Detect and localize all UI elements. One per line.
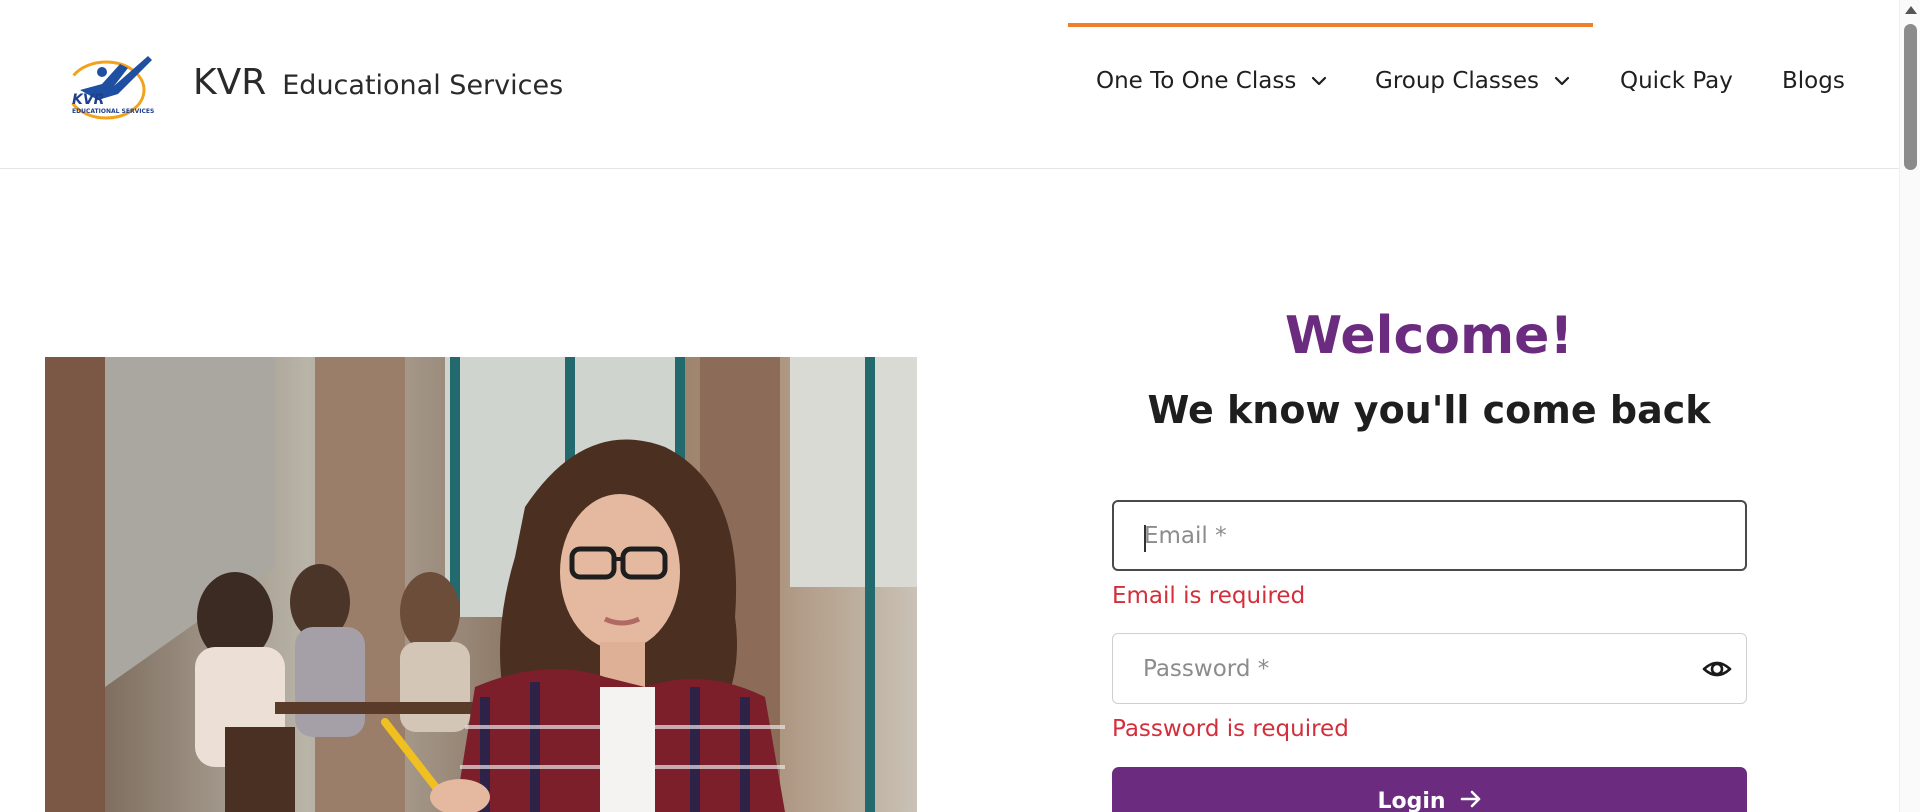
nav-blogs[interactable]: Blogs	[1782, 68, 1845, 94]
email-input[interactable]	[1144, 502, 1664, 569]
password-error-message: Password is required	[1112, 716, 1349, 742]
page-scrollbar[interactable]	[1899, 0, 1920, 812]
email-error-message: Email is required	[1112, 583, 1306, 609]
chevron-down-icon	[1554, 76, 1570, 86]
brand-name[interactable]: KVR Educational Services	[193, 62, 563, 103]
nav-item-label: Group Classes	[1375, 68, 1539, 94]
welcome-heading: Welcome!	[1284, 306, 1574, 366]
nav-one-to-one-class[interactable]: One To One Class	[1096, 68, 1328, 94]
password-field-container	[1112, 633, 1747, 704]
text-caret	[1144, 525, 1146, 552]
nav-group-classes[interactable]: Group Classes	[1375, 68, 1571, 94]
site-header: KVR EDUCATIONAL SERVICES KVR Educational…	[0, 0, 1899, 169]
email-field-container	[1112, 500, 1747, 571]
site-logo[interactable]: KVR EDUCATIONAL SERVICES	[58, 50, 158, 122]
scroll-up-arrow-icon[interactable]	[1905, 6, 1917, 14]
student-study-photo	[45, 357, 917, 812]
chevron-down-icon	[1312, 76, 1327, 86]
logo-text: KVR	[72, 92, 104, 108]
login-button-label: Login	[1377, 789, 1446, 812]
nav-item-label: Blogs	[1782, 68, 1845, 94]
brand-title: KVR	[193, 62, 267, 103]
logo-graphic: KVR EDUCATIONAL SERVICES	[66, 56, 154, 120]
nav-item-label: One To One Class	[1096, 68, 1297, 94]
logo-caption: EDUCATIONAL SERVICES	[72, 108, 154, 115]
nav-item-label: Quick Pay	[1620, 68, 1733, 94]
arrow-right-icon	[1460, 790, 1480, 808]
login-button[interactable]: Login	[1112, 767, 1747, 812]
welcome-tagline: We know you'll come back	[1147, 388, 1711, 432]
nav-quick-pay[interactable]: Quick Pay	[1620, 68, 1733, 94]
brand-subtitle: Educational Services	[282, 70, 564, 101]
password-input[interactable]	[1143, 634, 1663, 703]
nav-active-indicator	[1068, 23, 1593, 27]
scrollbar-thumb[interactable]	[1904, 24, 1917, 170]
eye-icon[interactable]	[1702, 656, 1732, 682]
